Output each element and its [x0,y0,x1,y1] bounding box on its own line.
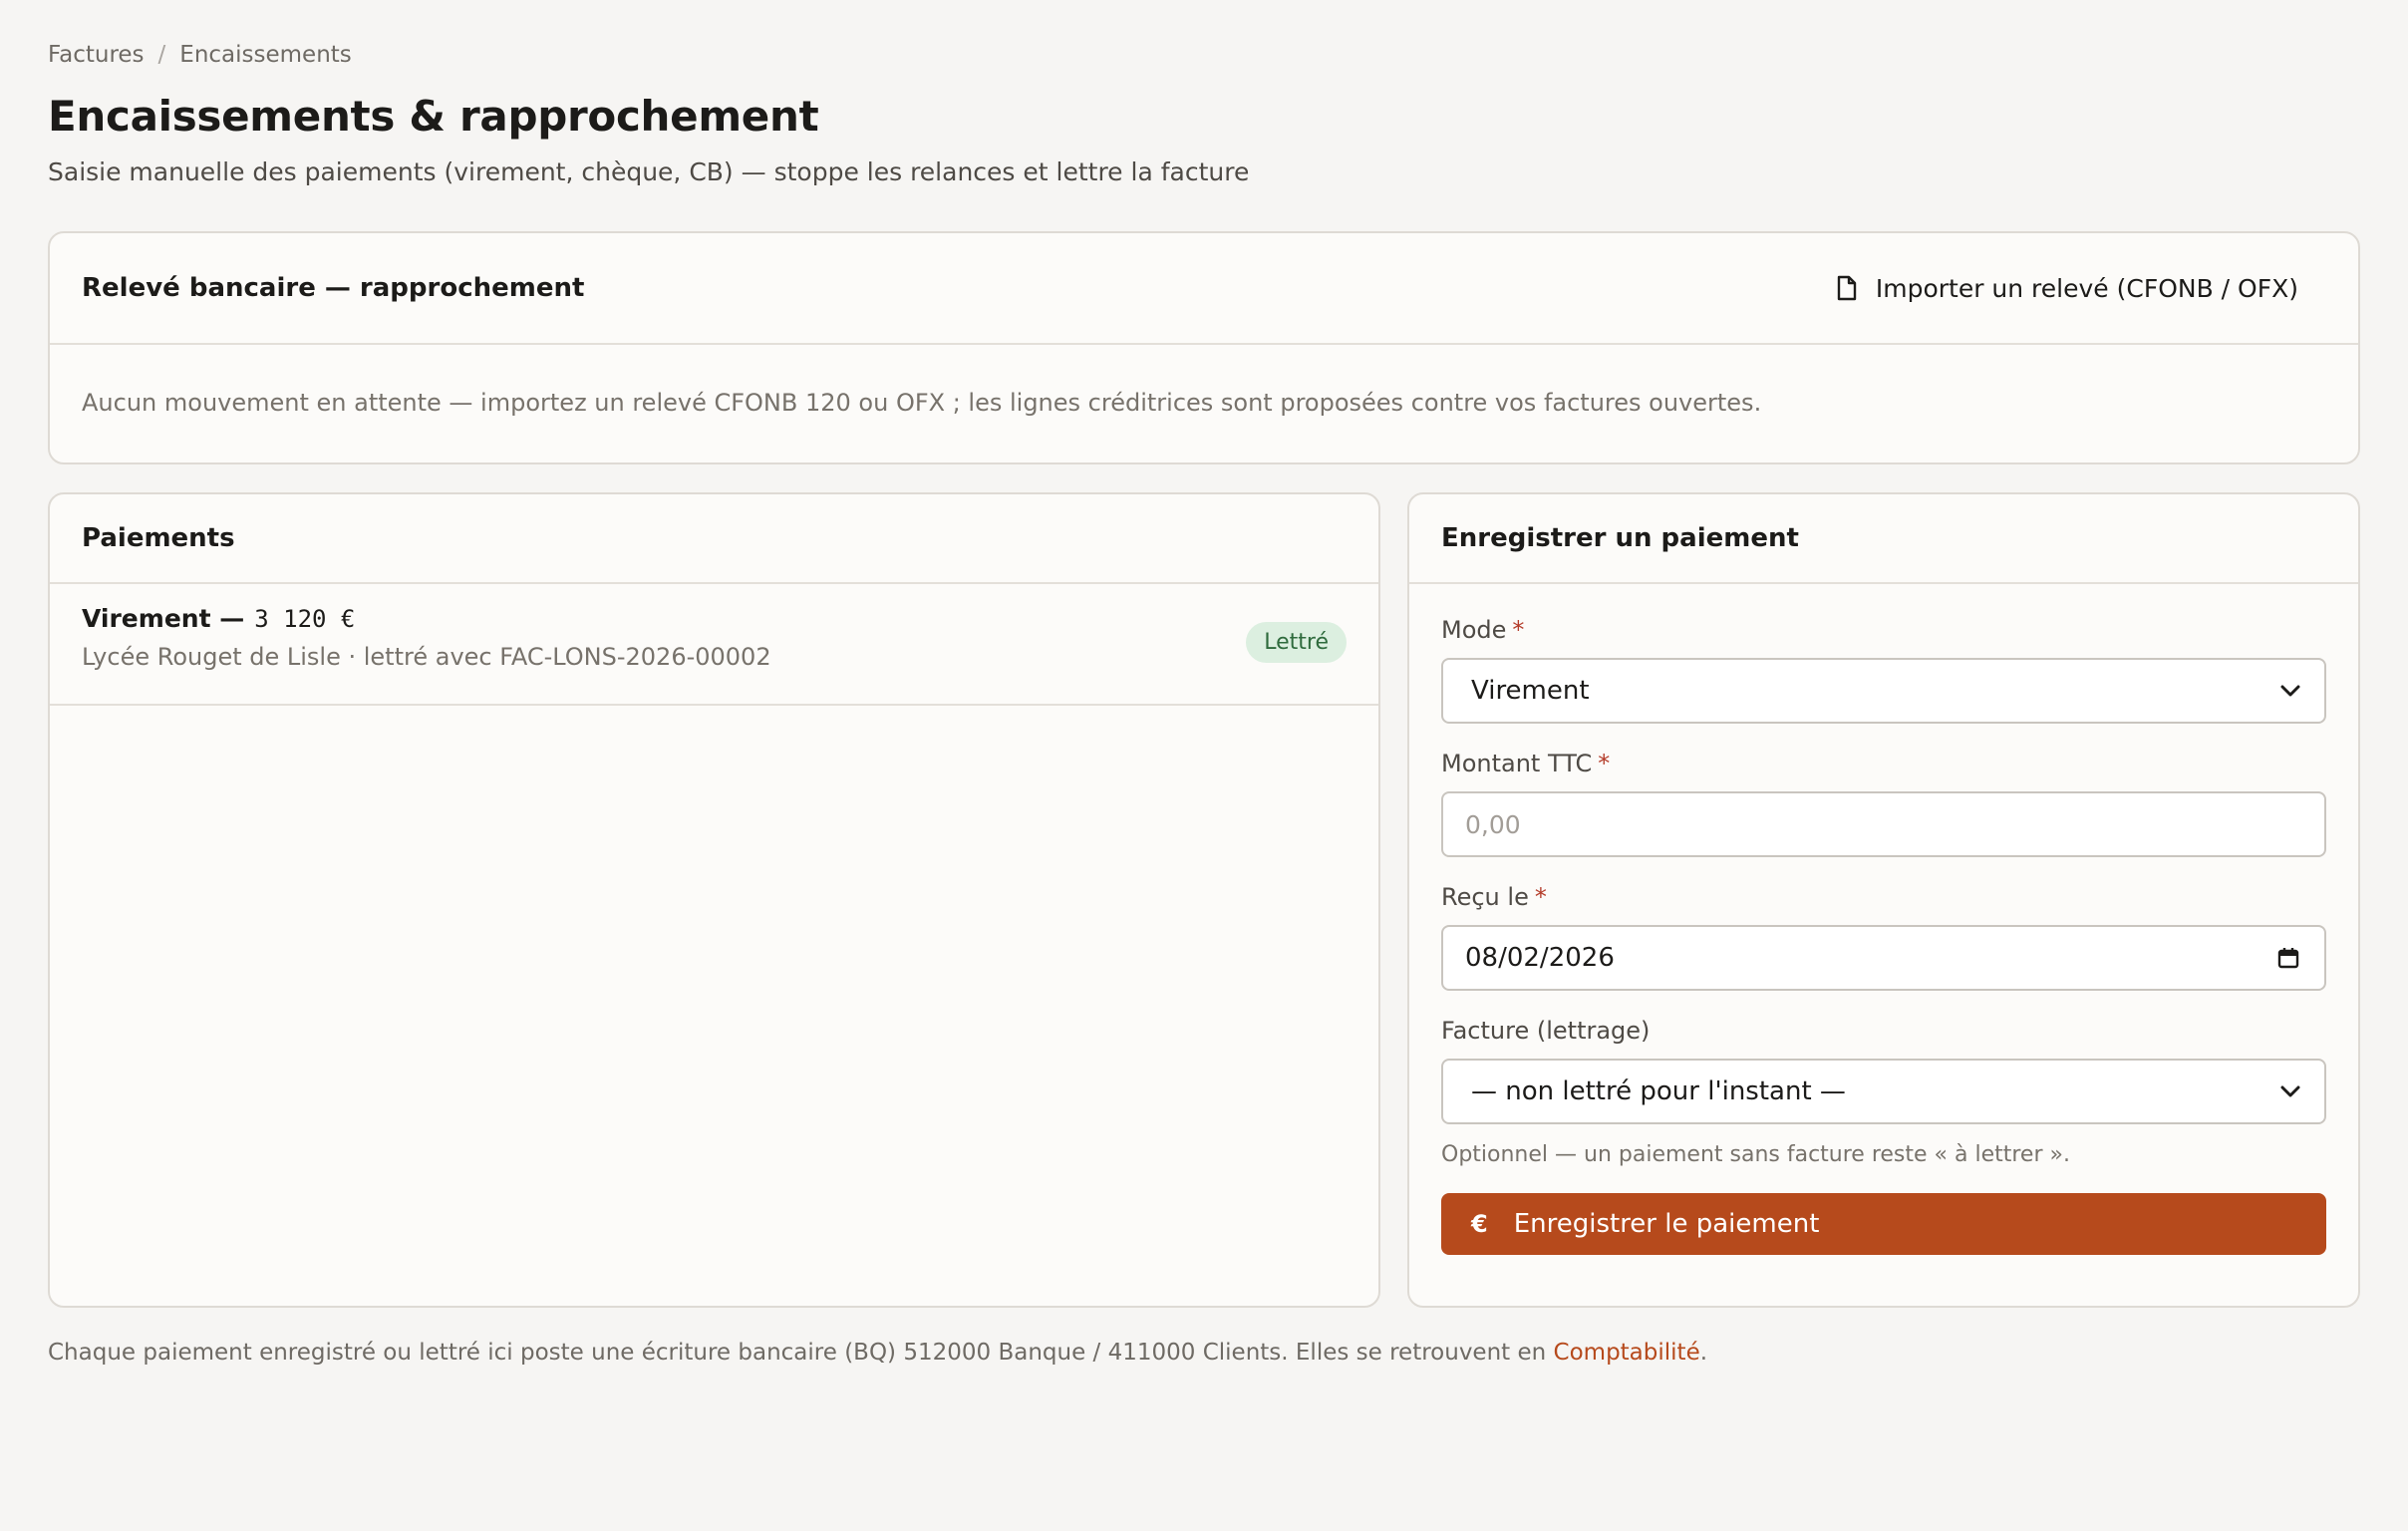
mode-select-value: Virement [1471,676,1590,706]
invoice-select[interactable]: — non lettré pour l'instant — [1441,1059,2326,1124]
footer-end: . [1699,1340,1708,1366]
invoice-hint: Optionnel — un paiement sans facture res… [1441,1142,2070,1167]
record-payment-form: Mode * Virement Montant TTC * 0,00 Reçu le… [1409,584,2358,1255]
mode-label: Mode * [1441,616,1525,644]
import-statement-label: Importer un relevé (CFONB / OFX) [1875,273,2298,303]
amount-input[interactable]: 0,00 [1441,791,2326,857]
payment-detail: Lycée Rouget de Lisle · lettré avec FAC-… [82,643,771,671]
document-icon [1837,275,1857,301]
amount-label: Montant TTC * [1441,750,1611,777]
breadcrumb-factures[interactable]: Factures [48,42,145,68]
breadcrumb: Factures / Encaissements [48,42,352,68]
breadcrumb-separator: / [157,42,166,68]
footer-text: Chaque paiement enregistré ou lettré ici… [48,1340,1554,1366]
payment-summary: Virement — 3 120 € [82,604,1347,633]
euro-icon: € [1471,1210,1488,1238]
comptabilite-link[interactable]: Comptabilité [1554,1340,1700,1366]
bank-statement-header: Relevé bancaire — rapprochement Importer… [50,233,2358,345]
payments-header: Paiements [50,494,1378,584]
invoice-select-value: — non lettré pour l'instant — [1471,1076,1846,1106]
page-subtitle: Saisie manuelle des paiements (virement,… [48,157,1250,186]
date-label: Reçu le * [1441,883,1547,911]
amount-field: Montant TTC * 0,00 [1441,750,2326,857]
save-payment-button[interactable]: € Enregistrer le paiement [1441,1193,2326,1255]
required-mark: * [1512,616,1525,644]
invoice-field: Facture (lettrage) — non lettré pour l'i… [1441,1017,2326,1124]
payment-amount: 3 120 € [254,605,356,633]
bank-empty-message: Aucun mouvement en attente — importez un… [82,389,1762,417]
date-input[interactable]: 08/02/2026 [1441,925,2326,991]
mode-field: Mode * Virement [1441,616,2326,724]
date-field: Reçu le * 08/02/2026 [1441,883,2326,991]
save-payment-label: Enregistrer le paiement [1513,1209,1820,1239]
page-title: Encaissements & rapprochement [48,92,819,141]
chevron-down-icon [2280,1085,2300,1097]
payments-card: Paiements Virement — 3 120 € Lycée Rouge… [48,492,1380,1308]
invoice-label: Facture (lettrage) [1441,1017,1651,1045]
import-statement-button[interactable]: Importer un relevé (CFONB / OFX) [1836,274,2326,303]
status-badge: Lettré [1246,622,1347,663]
breadcrumb-encaissements: Encaissements [179,42,352,68]
bank-statement-card: Relevé bancaire — rapprochement Importer… [48,231,2360,464]
calendar-icon[interactable] [2276,946,2300,970]
required-mark: * [1534,883,1547,911]
amount-placeholder: 0,00 [1465,809,1521,839]
chevron-down-icon [2280,685,2300,697]
payment-mode: Virement — [82,604,245,633]
record-payment-title: Enregistrer un paiement [1441,523,1799,553]
record-payment-card: Enregistrer un paiement Mode * Virement M… [1407,492,2360,1308]
footer-note: Chaque paiement enregistré ou lettré ici… [48,1340,1707,1366]
required-mark: * [1598,750,1611,777]
payment-row[interactable]: Virement — 3 120 € Lycée Rouget de Lisle… [50,584,1378,706]
mode-select[interactable]: Virement [1441,658,2326,724]
payments-title: Paiements [82,523,235,553]
bank-statement-title: Relevé bancaire — rapprochement [82,273,585,303]
record-payment-header: Enregistrer un paiement [1409,494,2358,584]
date-value: 08/02/2026 [1465,943,1615,973]
